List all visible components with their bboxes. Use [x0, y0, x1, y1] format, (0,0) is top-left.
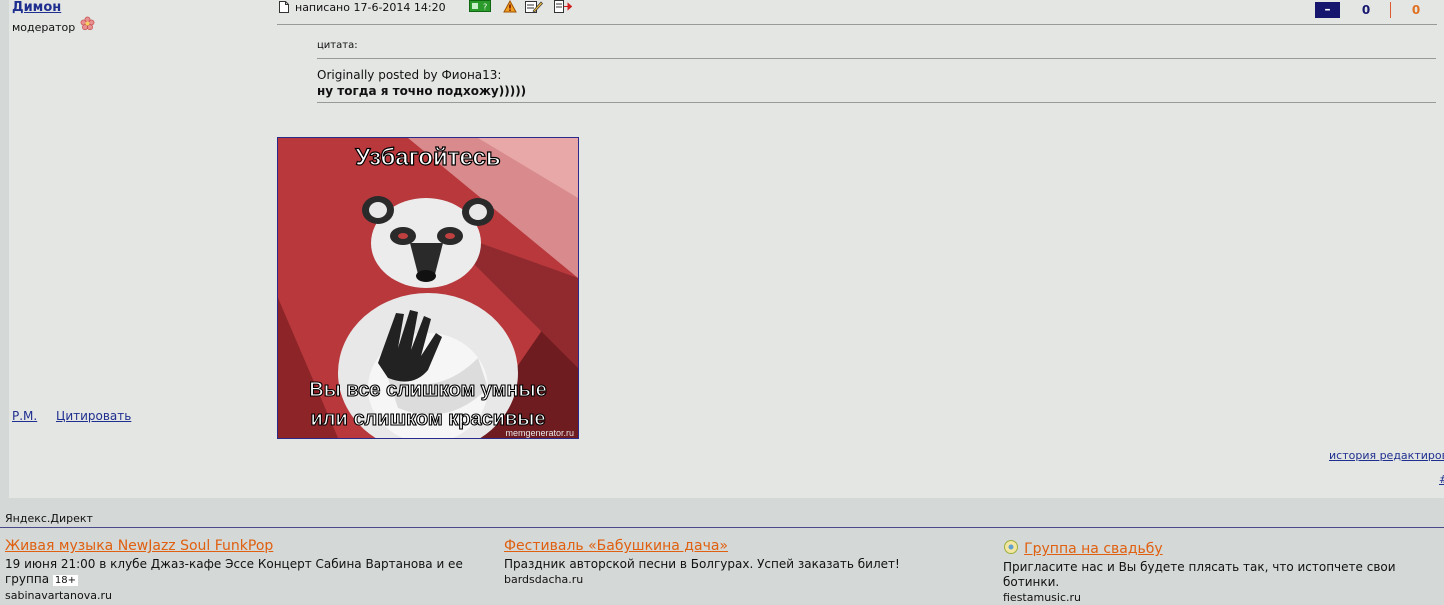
ad-text: Праздник авторской песни в Болгурах. Усп… [504, 557, 900, 571]
delete-icon[interactable] [554, 0, 572, 13]
edit-history-link[interactable]: история редактирования [1329, 449, 1444, 462]
ads-divider [0, 527, 1444, 528]
post-header: написано 17-6-2014 14:20 ? – 0 0 [277, 0, 1437, 25]
ad-text: Пригласите нас и Вы будете плясать так, … [1003, 560, 1396, 589]
rate-minus-button[interactable]: – [1315, 2, 1340, 18]
author-role: модератор [12, 21, 76, 34]
ad-domain: sabinavartanova.ru [5, 589, 112, 602]
ad-block-2: Фестиваль «Бабушкина дача» Праздник авто… [504, 538, 974, 586]
rating-value: 0 [1342, 2, 1391, 18]
rating-value-secondary: 0 [1411, 3, 1421, 17]
meme-image[interactable]: Узбагойтесь Вы все слишком умные или сли… [277, 137, 579, 439]
ad-domain: bardsdacha.ru [504, 573, 584, 586]
quote-text: ну тогда я точно подхожу))))) [317, 84, 1436, 103]
author-username-link[interactable]: Димон [12, 0, 61, 15]
document-icon [279, 1, 289, 13]
meme-top-text: Узбагойтесь [355, 144, 500, 171]
quote-author: Originally posted by Фиона13: [317, 68, 502, 82]
ad-title-link[interactable]: Живая музыка NewJazz Soul FunkPop [5, 538, 485, 554]
yandex-direct-label: Яндекс.Директ [5, 512, 93, 525]
post-author-panel: Димон модератор Р.М. Цитировать [9, 0, 259, 498]
post-anchor-link[interactable]: # [1439, 473, 1444, 486]
ad-domain: fiestamusic.ru [1003, 591, 1081, 604]
user-online-icon[interactable]: ? [469, 0, 491, 13]
forum-post: Димон модератор Р.М. Цитировать написано… [9, 0, 1444, 498]
post-date: написано 17-6-2014 14:20 [295, 1, 446, 14]
post-rating: – 0 0 [1315, 2, 1442, 18]
ad-block-1: Живая музыка NewJazz Soul FunkPop 19 июн… [5, 538, 485, 602]
meme-bottom-text-1: Вы все слишком умные [309, 379, 546, 401]
quote-title: цитата: [317, 40, 1436, 59]
moderator-flower-icon [80, 16, 95, 31]
edit-icon[interactable] [525, 0, 543, 13]
ad-title-link[interactable]: Группа на свадьбу [1024, 541, 1163, 557]
ad-block-3: Группа на свадьбу Пригласите нас и Вы бу… [1003, 538, 1439, 604]
ad-favicon-icon [1004, 540, 1018, 554]
meme-bottom-text-2: или слишком красивые [311, 408, 546, 430]
ad-title-row: Группа на свадьбу [1003, 538, 1439, 557]
quote-block: цитата: Originally posted by Фиона13: ну… [317, 40, 1436, 103]
svg-text:?: ? [483, 3, 487, 12]
private-message-link[interactable]: Р.М. [12, 409, 37, 423]
meme-watermark: memgenerator.ru [505, 428, 574, 438]
ad-text: 19 июня 21:00 в клубе Джаз-кафе Эссе Кон… [5, 557, 485, 588]
quote-post-link[interactable]: Цитировать [56, 409, 131, 423]
report-icon[interactable] [503, 0, 517, 13]
ad-title-link[interactable]: Фестиваль «Бабушкина дача» [504, 538, 974, 554]
lemur-meme-picture: Узбагойтесь Вы все слишком умные или сли… [278, 138, 578, 438]
age-rating-badge: 18+ [52, 575, 79, 586]
